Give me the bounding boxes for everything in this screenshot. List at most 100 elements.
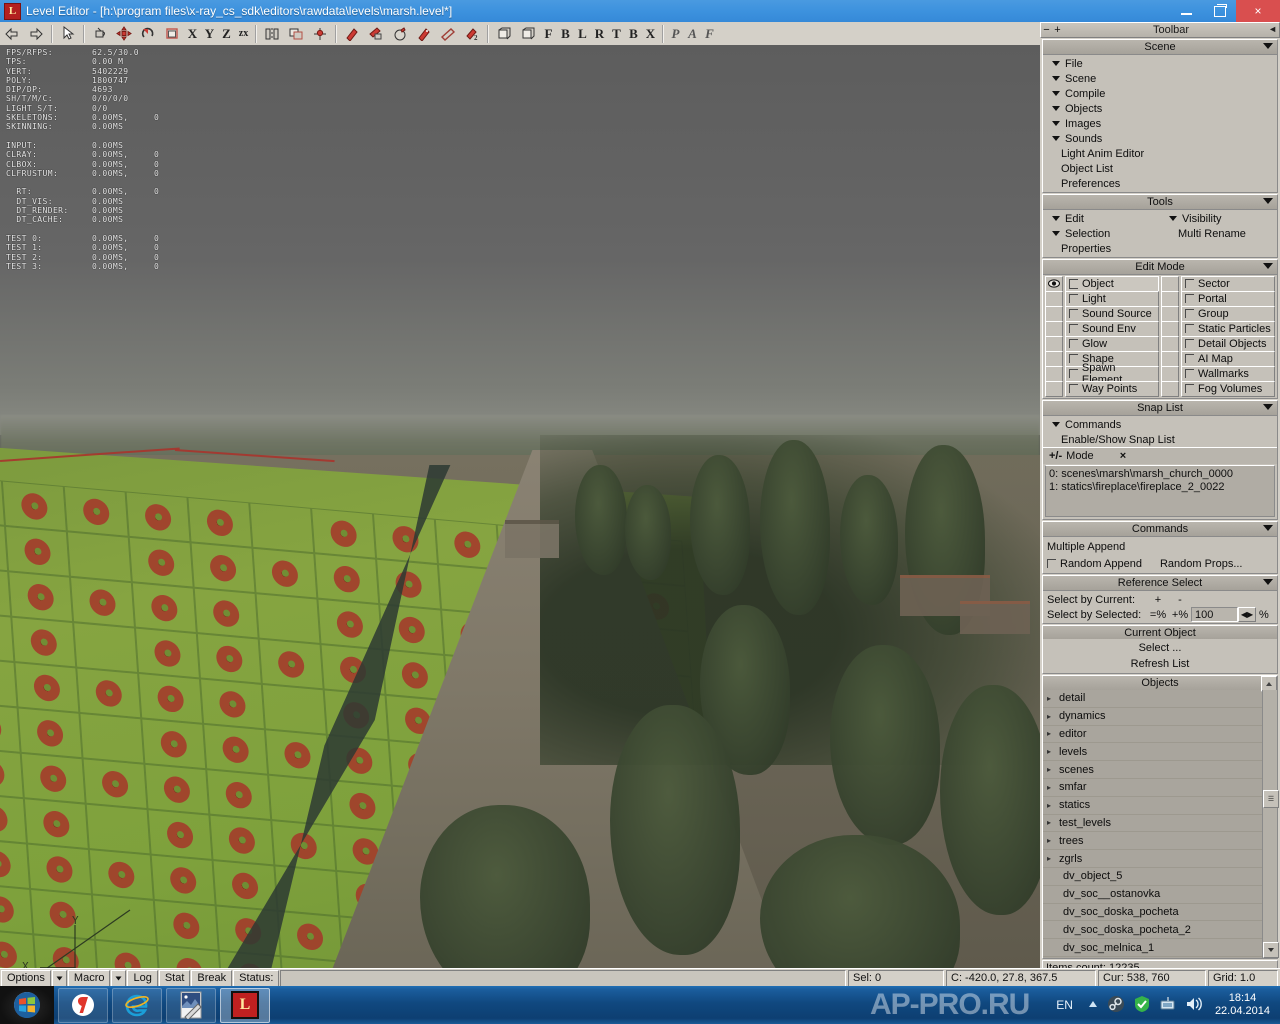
view-right-button[interactable]: R	[591, 23, 608, 44]
objects-list-item[interactable]: ▸ levels	[1043, 743, 1262, 762]
expand-arrow-icon[interactable]: ▸	[1047, 801, 1059, 810]
paint-object-icon[interactable]	[340, 23, 364, 44]
edit-mode-object[interactable]: Object	[1065, 275, 1159, 292]
expand-arrow-icon[interactable]: ▸	[1047, 854, 1059, 863]
commands-section-header[interactable]: Commands	[1043, 522, 1277, 537]
f-script-button[interactable]: F	[701, 23, 718, 44]
view-box-b-icon[interactable]	[516, 23, 540, 44]
snap-list-entries[interactable]: 0: scenes\marsh\marsh_church_0000 1: stat…	[1045, 465, 1275, 517]
scene-item-preferences[interactable]: Preferences	[1043, 176, 1277, 191]
select-by-current-minus-button[interactable]: -	[1169, 594, 1191, 606]
edit-mode-section-header[interactable]: Edit Mode	[1043, 260, 1277, 275]
checkbox-icon[interactable]	[1069, 309, 1078, 318]
eye-toggle-button[interactable]	[1045, 320, 1063, 337]
taskbar-item-image-viewer[interactable]	[166, 987, 216, 1023]
dock-plus-button[interactable]: +	[1052, 24, 1063, 36]
view-box-a-icon[interactable]	[492, 23, 516, 44]
pivot-icon[interactable]	[308, 23, 332, 44]
chevron-down-icon[interactable]	[1263, 525, 1273, 531]
checkbox-icon[interactable]	[1185, 309, 1194, 318]
paint-objects-icon[interactable]	[364, 23, 388, 44]
checkbox-icon[interactable]	[1069, 278, 1078, 289]
log-button[interactable]: Log	[127, 969, 158, 987]
edit-mode-fog-volumes[interactable]: Fog Volumes	[1181, 380, 1275, 397]
a-script-button[interactable]: A	[684, 23, 701, 44]
random-props-button[interactable]: Random Props...	[1160, 558, 1243, 570]
eye-toggle-button[interactable]	[1161, 350, 1179, 367]
eye-toggle-button[interactable]	[1045, 335, 1063, 352]
security-shield-tray-icon[interactable]	[1133, 995, 1151, 1016]
edit-mode-group[interactable]: Group	[1181, 305, 1275, 322]
edit-mode-wallmarks[interactable]: Wallmarks	[1181, 365, 1275, 382]
scene-item-light-anim-editor[interactable]: Light Anim Editor	[1043, 146, 1277, 161]
tools-item-multi-rename[interactable]: Multi Rename	[1160, 226, 1277, 241]
objects-list-item[interactable]: ▸ detail	[1043, 690, 1262, 708]
view-front-button[interactable]: F	[540, 23, 557, 44]
objects-list-item[interactable]: dv_soc_doska_pocheta	[1043, 904, 1262, 922]
expand-arrow-icon[interactable]: ▸	[1047, 712, 1059, 721]
chevron-down-icon[interactable]	[1263, 198, 1273, 204]
scene-item-objects[interactable]: Objects	[1043, 101, 1277, 116]
expand-arrow-icon[interactable]: ▸	[1047, 729, 1059, 738]
maximize-button[interactable]	[1203, 0, 1236, 22]
checkbox-icon[interactable]	[1185, 384, 1194, 393]
show-hidden-icons-button[interactable]	[1087, 999, 1099, 1012]
expand-arrow-icon[interactable]: ▸	[1047, 747, 1059, 756]
eye-toggle-button[interactable]	[1161, 275, 1179, 292]
toolbar-dock-header[interactable]: − + Toolbar ◄	[1040, 22, 1280, 38]
macro-dropdown-icon[interactable]	[111, 969, 127, 987]
snap-commands-menu[interactable]: Commands	[1043, 417, 1277, 432]
checkbox-icon[interactable]	[1069, 369, 1078, 378]
add-object-icon[interactable]	[88, 23, 112, 44]
checkbox-icon[interactable]	[1069, 294, 1078, 303]
objects-list-item[interactable]: ▸ test_levels	[1043, 815, 1262, 833]
eye-visible-icon[interactable]	[1045, 275, 1063, 292]
random-append-checkbox[interactable]	[1047, 559, 1056, 568]
objects-list-item[interactable]: ▸ zgrls	[1043, 850, 1262, 868]
random-append-label[interactable]: Random Append	[1060, 558, 1142, 570]
view-bottom-button[interactable]: B	[625, 23, 642, 44]
checkbox-icon[interactable]	[1185, 354, 1194, 363]
objects-list-item[interactable]: ▸ statics	[1043, 797, 1262, 815]
view-top-button[interactable]: T	[608, 23, 625, 44]
expand-arrow-icon[interactable]: ▸	[1047, 818, 1059, 827]
checkbox-icon[interactable]	[1185, 279, 1194, 288]
eye-toggle-button[interactable]	[1161, 380, 1179, 397]
slice-icon[interactable]	[436, 23, 460, 44]
tools-item-selection[interactable]: Selection	[1043, 226, 1160, 241]
checkbox-icon[interactable]	[1069, 324, 1078, 333]
expand-arrow-icon[interactable]: ▸	[1047, 765, 1059, 774]
clone-icon[interactable]	[284, 23, 308, 44]
checkbox-icon[interactable]	[1069, 354, 1078, 363]
edit-mode-static-particles[interactable]: Static Particles	[1181, 320, 1275, 337]
edit-mode-sector[interactable]: Sector	[1181, 275, 1275, 292]
options-dropdown-icon[interactable]	[51, 969, 67, 987]
refresh-list-button[interactable]: Refresh List	[1043, 656, 1277, 672]
eye-toggle-button[interactable]	[1161, 365, 1179, 382]
edit-mode-light[interactable]: Light	[1065, 290, 1159, 307]
language-indicator[interactable]: EN	[1056, 998, 1073, 1012]
tools-item-edit[interactable]: Edit	[1043, 211, 1160, 226]
snap-list-entry[interactable]: 0: scenes\marsh\marsh_church_0000	[1049, 468, 1271, 481]
chevron-down-icon[interactable]	[1263, 43, 1273, 49]
eye-toggle-button[interactable]	[1045, 365, 1063, 382]
edit-mode-glow[interactable]: Glow	[1065, 335, 1159, 352]
eye-toggle-button[interactable]	[1161, 290, 1179, 307]
eye-toggle-button[interactable]	[1045, 305, 1063, 322]
eye-toggle-button[interactable]	[1161, 305, 1179, 322]
objects-list-item[interactable]: ▸ editor	[1043, 726, 1262, 744]
objects-list-item[interactable]: ▸ trees	[1043, 832, 1262, 851]
axis-y-button[interactable]: Y	[201, 23, 218, 44]
scene-item-object-list[interactable]: Object List	[1043, 161, 1277, 176]
objects-list-item[interactable]: dv_soc_melnica_2	[1043, 957, 1262, 958]
scene-item-scene[interactable]: Scene	[1043, 71, 1277, 86]
scene-item-sounds[interactable]: Sounds	[1043, 131, 1277, 146]
edit-mode-portal[interactable]: Portal	[1181, 290, 1275, 307]
tag2-icon[interactable]: 2	[460, 23, 484, 44]
scene-item-images[interactable]: Images	[1043, 116, 1277, 131]
axis-x-button[interactable]: X	[184, 23, 201, 44]
scrollbar-thumb[interactable]: ☰	[1263, 790, 1279, 808]
eye-toggle-button[interactable]	[1045, 290, 1063, 307]
scrollbar-track[interactable]	[1263, 690, 1277, 942]
back-arrow-icon[interactable]	[0, 23, 24, 44]
